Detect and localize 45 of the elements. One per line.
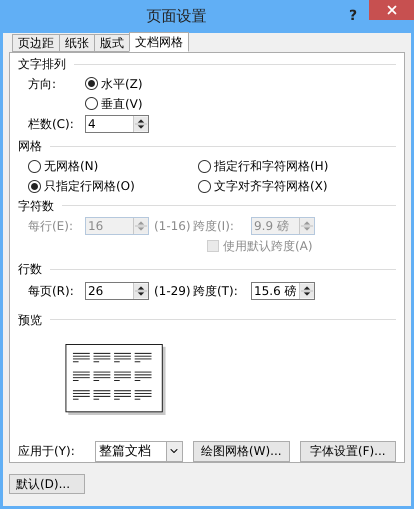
radio-button[interactable]: [198, 160, 211, 173]
radio-button[interactable]: [28, 180, 41, 193]
radio-label: 只指定行网格(O): [44, 178, 135, 196]
action-button[interactable]: 字体设置(F)...: [300, 440, 396, 462]
spinner-field[interactable]: 26: [85, 282, 149, 300]
close-icon: [384, 3, 398, 17]
section-heading: 行数: [18, 261, 42, 278]
radio-label: 垂直(V): [101, 96, 143, 113]
action-button[interactable]: 绘图网格(W)...: [192, 440, 290, 462]
tab[interactable]: 版式: [94, 34, 130, 52]
section-heading: 字符数: [18, 198, 54, 215]
spinner-field[interactable]: 15.6 磅: [251, 282, 315, 300]
field-label: 栏数(C):: [28, 116, 75, 133]
window-title: 页面设置: [146, 6, 208, 28]
field-label: 每行(E):: [28, 218, 74, 236]
radio-button[interactable]: [85, 97, 98, 110]
checkbox-label: 使用默认跨度(A): [223, 238, 313, 256]
spin-arrows-icon[interactable]: [133, 116, 148, 132]
spin-arrows-icon[interactable]: [133, 282, 148, 299]
radio-label: 文字对齐字符网格(X): [214, 178, 328, 196]
help-button[interactable]: ?: [343, 6, 363, 27]
spinner-field[interactable]: 4: [85, 114, 149, 133]
range-hint: (1-29): [153, 282, 192, 300]
radio-label: 水平(Z): [101, 76, 143, 93]
tab[interactable]: 纸张: [59, 34, 95, 52]
tab[interactable]: 页边距: [12, 34, 60, 52]
radio-label: 无网格(N): [44, 158, 98, 176]
tab[interactable]: 文档网格: [129, 32, 189, 52]
section-heading: 预览: [18, 312, 42, 329]
range-hint: (1-16): [153, 218, 192, 236]
section-heading: 文字排列: [18, 56, 66, 74]
field-label: 跨度(T):: [193, 282, 239, 300]
field-label: 每页(R):: [28, 282, 75, 300]
close-button[interactable]: [369, 0, 414, 20]
field-label: 应用于(Y):: [18, 443, 76, 460]
default-button[interactable]: 默认(D)...: [9, 474, 85, 494]
section-heading: 网格: [18, 138, 42, 156]
apply-to-dropdown[interactable]: 整篇文档: [95, 440, 183, 462]
field-label: 跨度(I):: [193, 218, 235, 236]
spin-arrows-icon[interactable]: [299, 282, 314, 299]
field-label: 方向:: [28, 76, 58, 93]
radio-button[interactable]: [28, 160, 41, 173]
radio-button[interactable]: [85, 77, 98, 90]
radio-label: 指定行和字符网格(H): [214, 158, 328, 176]
radio-button[interactable]: [198, 180, 211, 193]
